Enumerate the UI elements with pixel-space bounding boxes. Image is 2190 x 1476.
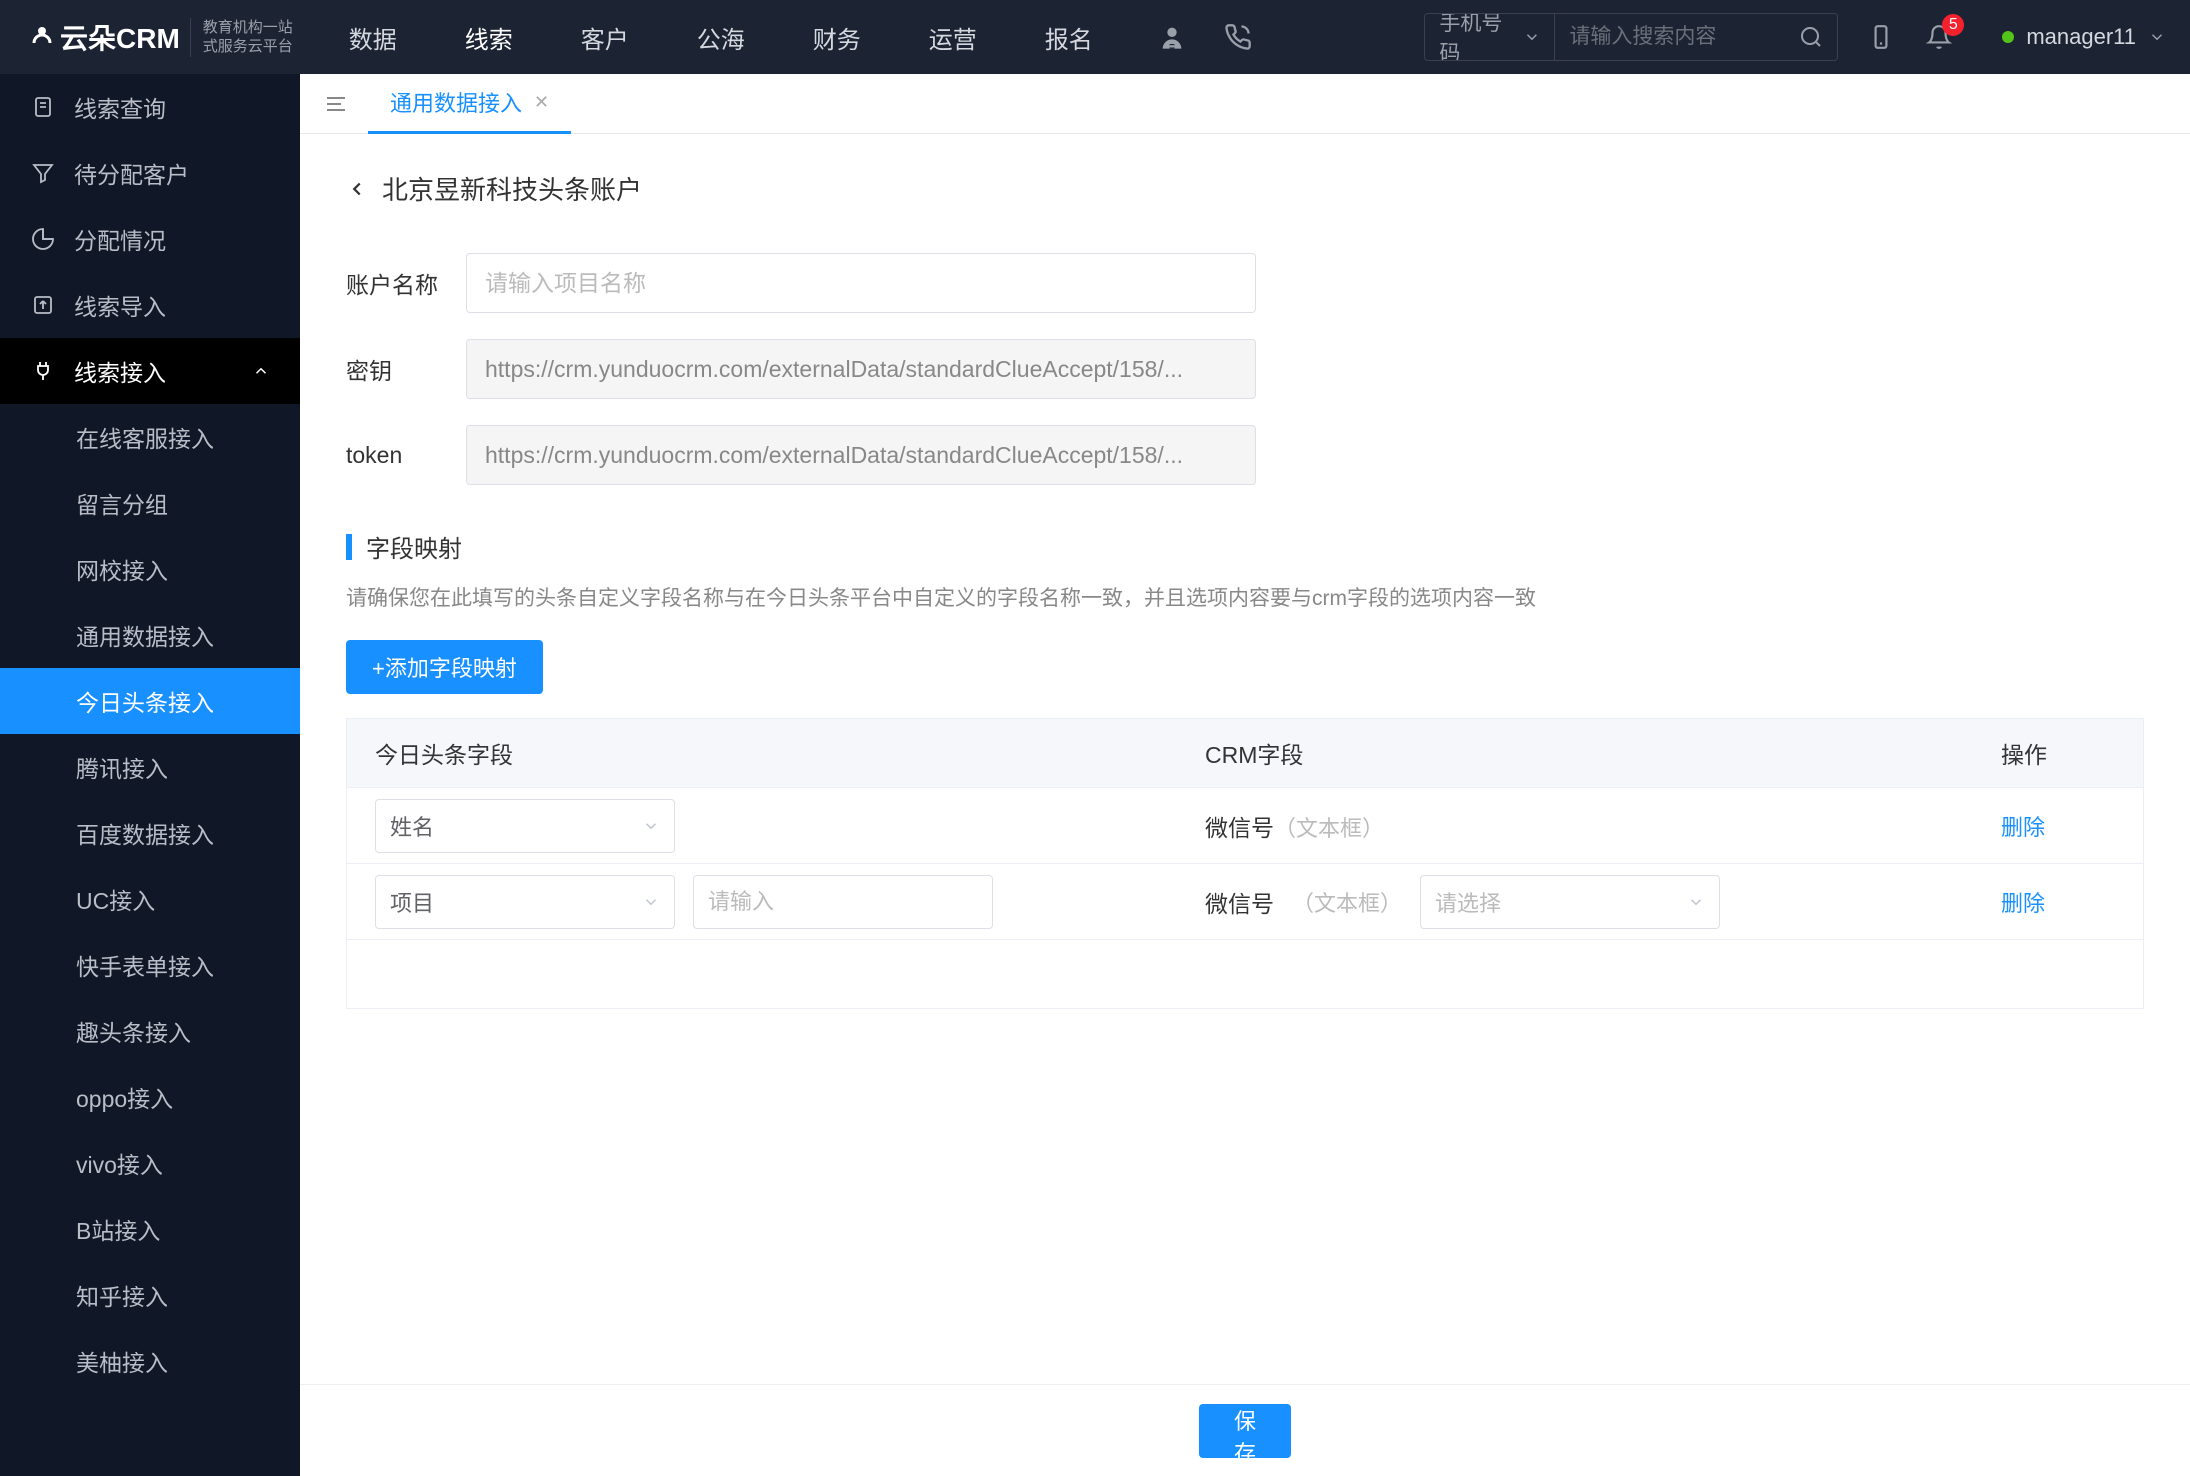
delete-link[interactable]: 删除 (2001, 815, 2045, 840)
sidebar-sub-美柚接入[interactable]: 美柚接入 (0, 1328, 300, 1394)
crm-field-type: （文本框） (1274, 816, 1384, 841)
bell-icon[interactable]: 5 (1924, 22, 1954, 52)
toutiao-field-select[interactable]: 项目 (375, 875, 675, 929)
search-button[interactable] (1785, 14, 1837, 60)
crm-field-label: 微信号 (1205, 815, 1274, 841)
sidebar-sub-快手表单接入[interactable]: 快手表单接入 (0, 932, 300, 998)
sidebar-item-线索接入[interactable]: 线索接入 (0, 338, 300, 404)
funnel-icon (30, 160, 56, 186)
topbar: 云朵CRM 教育机构一站式服务云平台 数据 线索 客户 公海 财务 运营 报名 手机号码 5 (0, 0, 2190, 74)
account-name-label: 账户名称 (346, 266, 466, 300)
secret-label: 密钥 (346, 352, 466, 386)
toutiao-field-select[interactable]: 姓名 (375, 799, 675, 853)
mapping-table: 今日头条字段 CRM字段 操作 姓名微信号（文本框）删除项目微信号（文本框）请选… (346, 718, 2144, 1009)
token-label: token (346, 442, 466, 469)
sidebar-item-线索导入[interactable]: 线索导入 (0, 272, 300, 338)
search-type-select[interactable]: 手机号码 (1425, 14, 1555, 60)
delete-link[interactable]: 删除 (2001, 891, 2045, 916)
sidebar-item-分配情况[interactable]: 分配情况 (0, 206, 300, 272)
mobile-icon[interactable] (1866, 22, 1896, 52)
crm-field-type: （文本框） (1292, 886, 1402, 918)
crm-field-select[interactable]: 请选择 (1420, 875, 1720, 929)
toutiao-field-input[interactable] (693, 875, 993, 929)
sidebar-sub-在线客服接入[interactable]: 在线客服接入 (0, 404, 300, 470)
status-dot-icon (2002, 31, 2014, 43)
tab-generic-data[interactable]: 通用数据接入 ✕ (368, 74, 571, 134)
account-name-input[interactable] (466, 253, 1256, 313)
nav-数据[interactable]: 数据 (349, 20, 397, 55)
nav-公海[interactable]: 公海 (697, 20, 745, 55)
sidebar-sub-网校接入[interactable]: 网校接入 (0, 536, 300, 602)
breadcrumb: 北京昱新科技头条账户 (346, 170, 2144, 207)
sidebar-sub-留言分组[interactable]: 留言分组 (0, 470, 300, 536)
notification-badge: 5 (1942, 14, 1964, 36)
sidebar-sub-腾讯接入[interactable]: 腾讯接入 (0, 734, 300, 800)
col-toutiao: 今日头条字段 (347, 736, 1177, 770)
table-row: 姓名 微信号（文本框） 删除 (347, 788, 2143, 864)
logo-mark: 云朵CRM (24, 17, 180, 57)
add-mapping-button[interactable]: +添加字段映射 (346, 640, 543, 694)
footer-bar: 保存 (300, 1384, 2190, 1476)
phone-icon[interactable] (1223, 22, 1253, 52)
sidebar-toggle-icon[interactable] (314, 82, 358, 126)
logo[interactable]: 云朵CRM 教育机构一站式服务云平台 (24, 17, 293, 57)
token-input[interactable] (466, 425, 1256, 485)
user-avatar-icon[interactable] (1157, 22, 1187, 52)
back-icon[interactable] (346, 178, 368, 200)
crm-field-label: 微信号 (1205, 885, 1274, 919)
sidebar-sub-今日头条接入[interactable]: 今日头条接入 (0, 668, 300, 734)
col-action: 操作 (1973, 736, 2143, 770)
col-crm: CRM字段 (1177, 736, 1973, 770)
close-icon[interactable]: ✕ (534, 92, 549, 113)
sidebar-sub-UC接入[interactable]: UC接入 (0, 866, 300, 932)
table-row: 项目 微信号 （文本框） 请选择 删除 (347, 864, 2143, 940)
user-menu[interactable]: manager11 (2002, 24, 2166, 50)
sidebar-sub-通用数据接入[interactable]: 通用数据接入 (0, 602, 300, 668)
document-icon (30, 94, 56, 120)
save-button[interactable]: 保存 (1199, 1404, 1291, 1458)
secret-input[interactable] (466, 339, 1256, 399)
sidebar-sub-知乎接入[interactable]: 知乎接入 (0, 1262, 300, 1328)
chevron-down-icon (252, 362, 270, 380)
sidebar-sub-oppo接入[interactable]: oppo接入 (0, 1064, 300, 1130)
sidebar: 线索查询待分配客户分配情况线索导入线索接入在线客服接入留言分组网校接入通用数据接… (0, 74, 300, 1476)
section-title: 字段映射 (366, 529, 462, 564)
nav-报名[interactable]: 报名 (1045, 20, 1093, 55)
sidebar-sub-vivo接入[interactable]: vivo接入 (0, 1130, 300, 1196)
nav-客户[interactable]: 客户 (581, 20, 629, 55)
page-title: 北京昱新科技头条账户 (382, 170, 642, 207)
sidebar-sub-百度数据接入[interactable]: 百度数据接入 (0, 800, 300, 866)
top-nav: 数据 线索 客户 公海 财务 运营 报名 (349, 20, 1093, 55)
search-input[interactable] (1555, 14, 1785, 60)
section-bar-icon (346, 534, 352, 560)
sidebar-sub-趣头条接入[interactable]: 趣头条接入 (0, 998, 300, 1064)
tabs-bar: 通用数据接入 ✕ (300, 74, 2190, 134)
export-icon (30, 292, 56, 318)
nav-线索[interactable]: 线索 (465, 20, 513, 55)
sidebar-sub-B站接入[interactable]: B站接入 (0, 1196, 300, 1262)
nav-运营[interactable]: 运营 (929, 20, 977, 55)
logo-subtitle: 教育机构一站式服务云平台 (190, 18, 293, 57)
search-box: 手机号码 (1424, 13, 1838, 61)
sidebar-item-线索查询[interactable]: 线索查询 (0, 74, 300, 140)
pie-icon (30, 226, 56, 252)
nav-财务[interactable]: 财务 (813, 20, 861, 55)
plug-icon (30, 358, 56, 384)
section-hint: 请确保您在此填写的头条自定义字段名称与在今日头条平台中自定义的字段名称一致，并且… (346, 582, 2144, 612)
sidebar-item-待分配客户[interactable]: 待分配客户 (0, 140, 300, 206)
